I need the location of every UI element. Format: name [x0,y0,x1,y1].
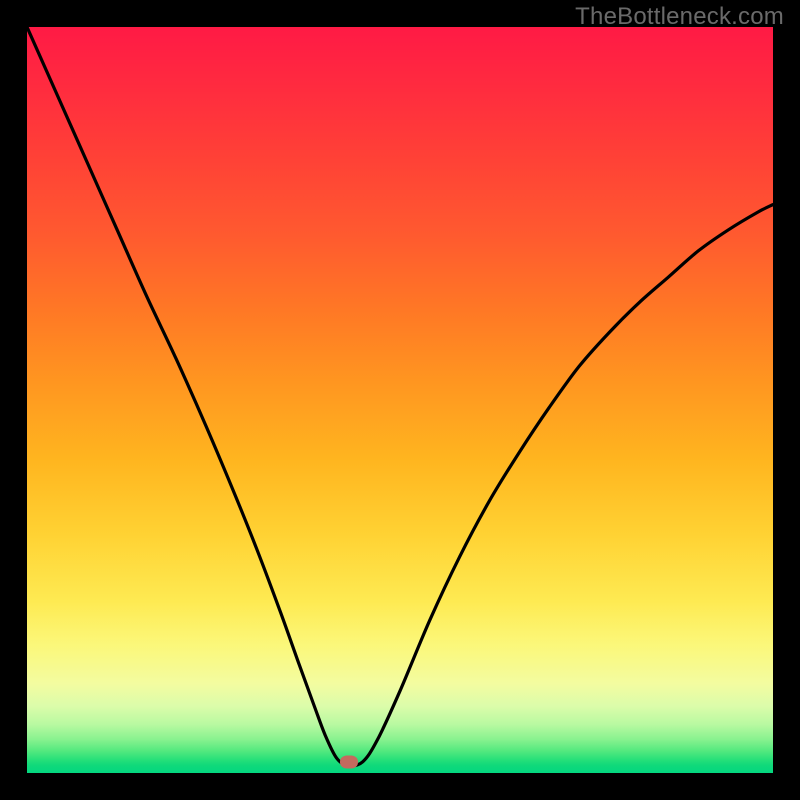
bottleneck-curve [27,27,773,773]
minimum-marker [340,755,358,768]
chart-outer-frame: TheBottleneck.com [0,0,800,800]
plot-area [27,27,773,773]
